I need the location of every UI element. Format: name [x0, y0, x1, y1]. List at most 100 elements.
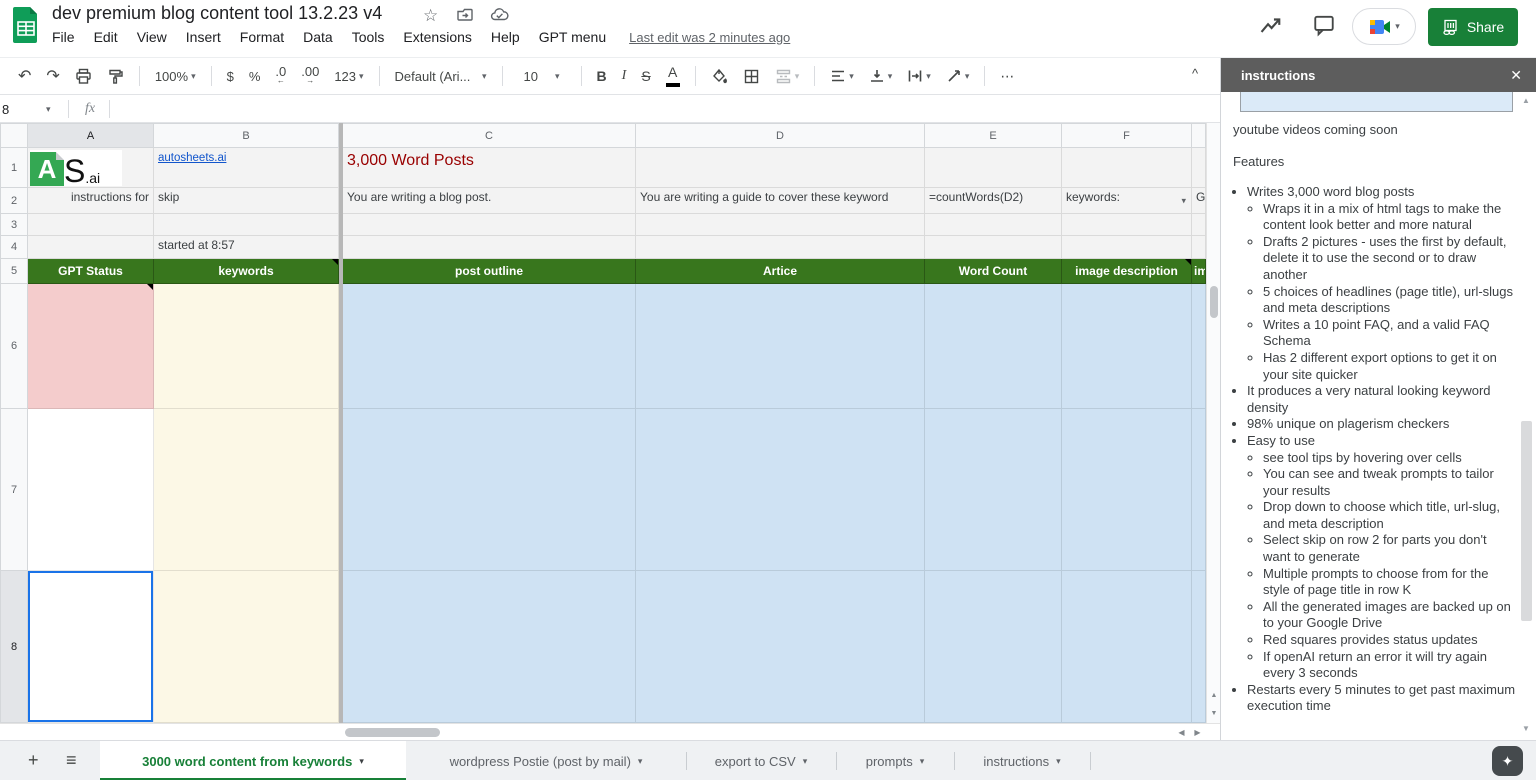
- cell-D4[interactable]: [636, 236, 925, 259]
- autosheets-link[interactable]: autosheets.ai: [158, 152, 226, 164]
- merge-cells-button[interactable]: ▾: [775, 68, 800, 85]
- comment-icon[interactable]: [1312, 13, 1338, 39]
- cell-F5[interactable]: image description: [1062, 259, 1192, 284]
- column-header-A[interactable]: A: [28, 123, 154, 148]
- star-icon[interactable]: ☆: [423, 6, 438, 26]
- vertical-scrollbar[interactable]: ▲ ▼: [1206, 123, 1220, 723]
- cell-A4[interactable]: [28, 236, 154, 259]
- sidebar-scroll-down-icon[interactable]: ▼: [1522, 724, 1530, 733]
- cell-F4[interactable]: [1062, 236, 1192, 259]
- cell-F2[interactable]: keywords:▾: [1062, 188, 1192, 214]
- horizontal-scrollbar-thumb[interactable]: [345, 728, 440, 737]
- cell-B6[interactable]: [154, 284, 339, 409]
- cell-C5[interactable]: post outline: [343, 259, 636, 284]
- name-box[interactable]: 8: [0, 102, 46, 117]
- menu-insert[interactable]: Insert: [186, 29, 221, 45]
- column-header-F[interactable]: F: [1062, 123, 1192, 148]
- cell-C3[interactable]: [343, 214, 636, 236]
- paint-format-button[interactable]: [107, 68, 124, 85]
- cloud-saved-icon[interactable]: [490, 6, 510, 24]
- cell-B1[interactable]: autosheets.ai: [154, 148, 339, 188]
- sidebar-scrollbar-thumb[interactable]: [1521, 421, 1532, 621]
- frozen-columns-divider[interactable]: [339, 123, 343, 723]
- column-header-C[interactable]: C: [343, 123, 636, 148]
- cell-F8[interactable]: [1062, 571, 1192, 723]
- cell-D6[interactable]: [636, 284, 925, 409]
- text-color-button[interactable]: A: [666, 66, 680, 87]
- name-box-caret[interactable]: ▾: [46, 104, 68, 115]
- cell-E3[interactable]: [925, 214, 1062, 236]
- google-meet-button[interactable]: ▾: [1352, 8, 1416, 45]
- sheet-tab-wordpress-postie[interactable]: wordpress Postie (post by mail)▾: [406, 741, 686, 780]
- cell-F3[interactable]: [1062, 214, 1192, 236]
- column-header-G[interactable]: [1192, 123, 1206, 148]
- cell-F6[interactable]: [1062, 284, 1192, 409]
- bold-button[interactable]: B: [597, 68, 607, 84]
- last-edit-status[interactable]: Last edit was 2 minutes ago: [629, 30, 790, 45]
- increase-decimal-button[interactable]: .00→: [301, 67, 319, 85]
- tab-dropdown-caret[interactable]: ▾: [803, 756, 808, 767]
- menu-edit[interactable]: Edit: [94, 29, 118, 45]
- cell-B5[interactable]: keywords: [154, 259, 339, 284]
- cell-E2[interactable]: =countWords(D2): [925, 188, 1062, 214]
- cell-G4[interactable]: [1192, 236, 1206, 259]
- sheet-tab-active[interactable]: 3000 word content from keywords ▾: [100, 741, 406, 780]
- cell-B3[interactable]: [154, 214, 339, 236]
- menu-format[interactable]: Format: [240, 29, 284, 45]
- cell-G3[interactable]: [1192, 214, 1206, 236]
- collapse-toolbar-button[interactable]: ^: [1192, 66, 1198, 81]
- cell-C4[interactable]: [343, 236, 636, 259]
- cell-D7[interactable]: [636, 409, 925, 571]
- print-button[interactable]: [75, 68, 92, 85]
- scroll-left-icon[interactable]: ◀: [1174, 726, 1189, 739]
- cell-A1[interactable]: A S .ai: [28, 148, 154, 188]
- cell-A6[interactable]: [28, 284, 154, 409]
- cell-D2[interactable]: You are writing a guide to cover these k…: [636, 188, 925, 214]
- column-header-E[interactable]: E: [925, 123, 1062, 148]
- menu-gpt-menu[interactable]: GPT menu: [539, 29, 606, 45]
- cell-C2[interactable]: You are writing a blog post.: [343, 188, 636, 214]
- cell-C8[interactable]: [343, 571, 636, 723]
- cell-D1[interactable]: [636, 148, 925, 188]
- cell-dropdown-caret[interactable]: ▾: [1181, 195, 1186, 206]
- scroll-right-icon[interactable]: ▶: [1190, 726, 1205, 739]
- menu-extensions[interactable]: Extensions: [403, 29, 471, 45]
- menu-data[interactable]: Data: [303, 29, 333, 45]
- menu-file[interactable]: File: [52, 29, 75, 45]
- vertical-align-button[interactable]: ▾: [869, 68, 893, 84]
- tab-dropdown-caret[interactable]: ▾: [1056, 756, 1061, 767]
- italic-button[interactable]: I: [622, 68, 627, 84]
- cell-D8[interactable]: [636, 571, 925, 723]
- explore-button[interactable]: ✦: [1492, 746, 1523, 776]
- menu-tools[interactable]: Tools: [352, 29, 385, 45]
- cell-B7[interactable]: [154, 409, 339, 571]
- borders-button[interactable]: [743, 68, 760, 85]
- cell-E5[interactable]: Word Count: [925, 259, 1062, 284]
- cell-G6[interactable]: [1192, 284, 1206, 409]
- cell-E4[interactable]: [925, 236, 1062, 259]
- cell-C7[interactable]: [343, 409, 636, 571]
- cell-D5[interactable]: Artice: [636, 259, 925, 284]
- sheet-tab-export-to-csv[interactable]: export to CSV▾: [686, 741, 836, 780]
- more-toolbar-button[interactable]: ⋯: [1000, 68, 1014, 85]
- close-icon[interactable]: ✕: [1510, 67, 1522, 84]
- sidebar-scrollbar[interactable]: ▲ ▼: [1521, 94, 1533, 734]
- cell-C1[interactable]: 3,000 Word Posts: [343, 148, 636, 188]
- cell-E8[interactable]: [925, 571, 1062, 723]
- text-rotation-button[interactable]: ▾: [946, 68, 970, 84]
- undo-button[interactable]: ↶: [18, 66, 31, 86]
- cell-A8-selected[interactable]: [28, 571, 154, 723]
- select-all-corner[interactable]: [0, 123, 28, 148]
- horizontal-align-button[interactable]: ▾: [830, 68, 854, 84]
- tab-dropdown-caret[interactable]: ▾: [638, 756, 643, 767]
- cell-B4[interactable]: started at 8:57: [154, 236, 339, 259]
- scroll-down-icon[interactable]: ▼: [1207, 705, 1221, 721]
- column-header-B[interactable]: B: [154, 123, 339, 148]
- cell-F1[interactable]: [1062, 148, 1192, 188]
- redo-button[interactable]: ↷: [46, 66, 59, 86]
- cell-G8[interactable]: [1192, 571, 1206, 723]
- cell-A7[interactable]: [28, 409, 154, 571]
- insights-trend-icon[interactable]: [1258, 13, 1284, 39]
- strikethrough-button[interactable]: S: [641, 68, 650, 84]
- cell-E6[interactable]: [925, 284, 1062, 409]
